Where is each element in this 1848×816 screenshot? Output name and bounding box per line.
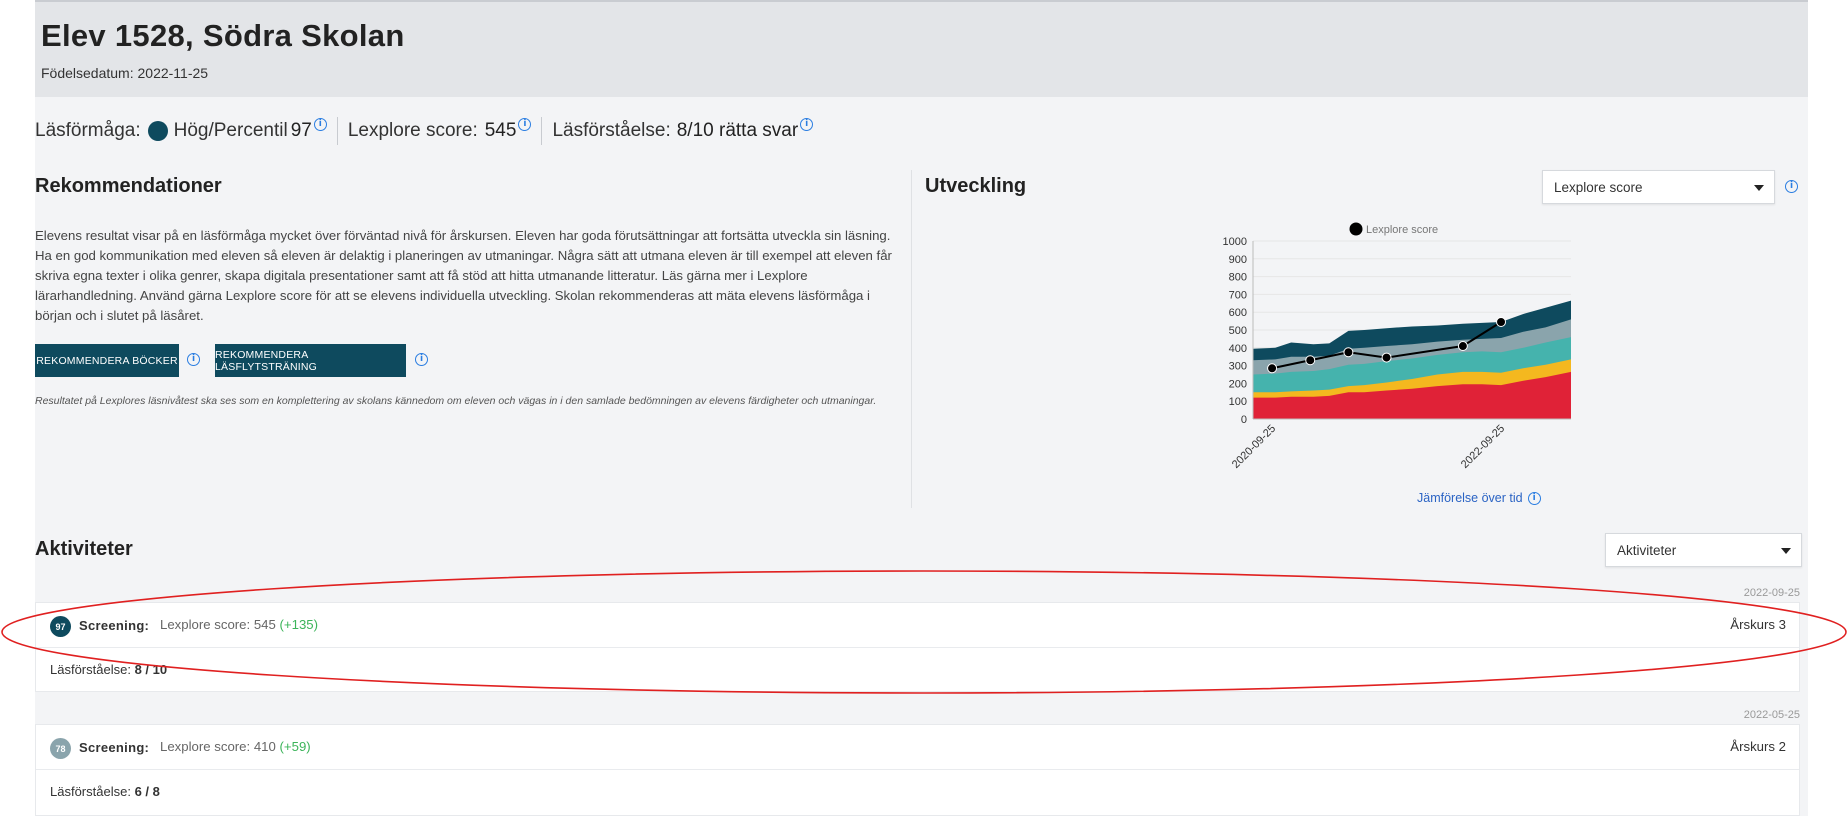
info-icon[interactable]: i xyxy=(1785,180,1798,193)
recommendations-text: Elevens resultat visar på en läsförmåga … xyxy=(35,228,892,323)
y-tick-label: 400 xyxy=(1229,343,1247,355)
y-tick-label: 1000 xyxy=(1223,236,1247,248)
comprehension-label: Läsförståelse: xyxy=(50,784,131,799)
chevron-down-icon xyxy=(1754,185,1764,191)
info-icon[interactable]: i xyxy=(415,353,428,366)
legend-marker xyxy=(1349,222,1363,236)
data-point xyxy=(1305,355,1316,366)
data-point xyxy=(1496,316,1507,327)
lexplore-score-label: Lexplore score: xyxy=(347,120,478,141)
reading-percentile: 97 xyxy=(290,120,312,141)
birth-date: Födelsedatum: 2022-11-25 xyxy=(41,65,209,81)
recommendations-title: Rekommendationer xyxy=(35,175,222,197)
reading-ability: Läsförmåga: Hög/Percentil 97 i xyxy=(35,117,327,142)
score-delta: (+59) xyxy=(279,739,311,754)
data-point xyxy=(1457,341,1468,352)
x-tick-label: 2020-09-25 xyxy=(1230,423,1278,471)
compare-over-time-label: Jämförelse över tid xyxy=(1417,491,1523,505)
metric-select-value: Lexplore score xyxy=(1554,179,1643,195)
activities-select-value: Aktiviteter xyxy=(1617,542,1677,558)
info-icon[interactable]: i xyxy=(800,117,814,131)
chevron-down-icon xyxy=(1781,548,1791,554)
legend-label: Lexplore score xyxy=(1366,224,1438,236)
summary-bar: Läsförmåga: Hög/Percentil 97 i Lexplore … xyxy=(35,116,814,146)
comprehension-value: 6 / 8 xyxy=(134,784,160,799)
comprehension-label: Läsförståelse: xyxy=(552,120,671,141)
y-tick-label: 600 xyxy=(1229,307,1247,319)
lexplore-score: Lexplore score: 545 i xyxy=(347,117,532,142)
divider xyxy=(336,117,338,145)
y-tick-label: 200 xyxy=(1229,378,1247,390)
disclaimer-note: Resultatet på Lexplores läsnivåtest ska … xyxy=(35,395,877,407)
activity-card[interactable]: 78 Screening: Lexplore score: 410 (+59) … xyxy=(35,724,1800,816)
metric-select[interactable]: Lexplore score xyxy=(1542,170,1775,204)
lexplore-score-value: 545 xyxy=(484,120,517,141)
data-point xyxy=(1343,347,1354,358)
activity-grade: Årskurs 2 xyxy=(1730,739,1786,754)
data-point xyxy=(1267,363,1278,374)
data-point xyxy=(1381,352,1392,363)
reading-level: Hög/Percentil xyxy=(173,120,288,141)
highlight-ellipse xyxy=(1,570,1847,694)
activity-row: 78 Screening: Lexplore score: 410 (+59) … xyxy=(36,725,1799,770)
recommend-fluency-button[interactable]: REKOMMENDERA LÄSFLYTSTRÄNING xyxy=(215,344,406,377)
x-tick-label: 2022-09-25 xyxy=(1459,423,1507,471)
y-tick-label: 0 xyxy=(1241,414,1247,426)
divider xyxy=(541,117,543,145)
y-tick-label: 300 xyxy=(1229,361,1247,373)
reading-ability-label: Läsförmåga: xyxy=(35,120,141,141)
info-icon[interactable]: i xyxy=(518,117,532,131)
y-tick-label: 700 xyxy=(1229,289,1247,301)
level-dot-icon xyxy=(147,121,168,141)
recommend-books-button[interactable]: REKOMMENDERA BÖCKER xyxy=(35,344,179,377)
development-title: Utveckling xyxy=(925,175,1027,197)
activity-score: Lexplore score: 410 (+59) xyxy=(160,739,311,754)
info-icon[interactable]: i xyxy=(313,117,327,131)
y-tick-label: 900 xyxy=(1229,254,1247,266)
student-header: Elev 1528, Södra Skolan Födelsedatum: 20… xyxy=(35,0,1808,97)
y-tick-label: 800 xyxy=(1229,272,1247,284)
lexplore-chart-svg: 0 100 200 300 400 500 600 700 800 900 1000 2020-09-… xyxy=(1223,222,1571,471)
page-title: Elev 1528, Södra Skolan xyxy=(41,18,405,53)
development-chart: 0 100 200 300 400 500 600 700 800 900 1000 2020-09-… xyxy=(1185,216,1605,476)
activity-type: Screening: xyxy=(79,740,150,755)
y-tick-label: 500 xyxy=(1229,325,1247,337)
info-icon[interactable]: i xyxy=(187,353,200,366)
y-tick-label: 100 xyxy=(1229,396,1247,408)
comprehension-value: 8/10 rätta svar xyxy=(676,120,799,141)
activity-date: 2022-05-25 xyxy=(1743,709,1800,721)
activity-score-text: Lexplore score: 410 xyxy=(160,739,276,754)
activity-comprehension: Läsförståelse: 6 / 8 xyxy=(50,784,160,799)
activities-title: Aktiviteter xyxy=(35,538,133,560)
activities-select[interactable]: Aktiviteter xyxy=(1605,533,1802,567)
column-divider xyxy=(911,170,912,508)
compare-over-time-link[interactable]: Jämförelse över tid i xyxy=(1417,491,1541,505)
reading-comprehension: Läsförståelse: 8/10 rätta svar i xyxy=(552,117,814,142)
percentile-badge: 78 xyxy=(50,738,71,759)
info-icon[interactable]: i xyxy=(1527,491,1541,505)
